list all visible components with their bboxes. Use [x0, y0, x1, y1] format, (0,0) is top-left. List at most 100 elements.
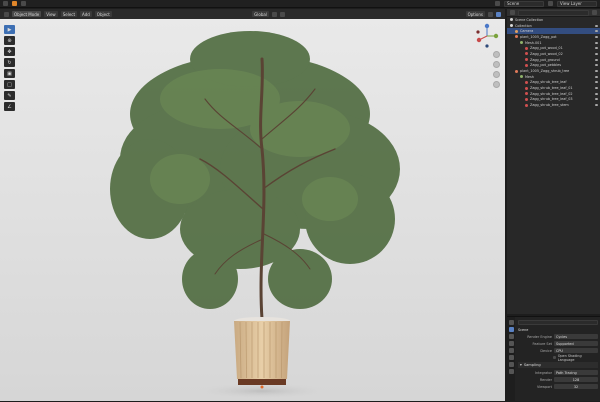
perspective-toggle-icon[interactable]: [493, 81, 500, 88]
feature-set-row: Feature Set Supported: [518, 340, 598, 347]
options-label: Options: [467, 11, 483, 17]
outliner-row-label: plant_1005_Zagg_pot: [520, 34, 557, 39]
3d-viewport[interactable]: ▶ ⊕ ✥ ↻ ▣ □ ✎ ∠: [0, 19, 505, 401]
shading-solid-icon[interactable]: [488, 11, 493, 17]
measure-tool[interactable]: ∠: [4, 102, 15, 111]
viewport-samples-field[interactable]: 32: [554, 384, 598, 389]
render-tab-icon[interactable]: [508, 327, 514, 332]
move-tool[interactable]: ✥: [4, 47, 15, 56]
render-engine-row: Render Engine Cycles: [518, 333, 598, 340]
device-dropdown[interactable]: CPU: [554, 348, 598, 353]
viewport-samples-row: Viewport 32: [518, 383, 598, 390]
menu-object[interactable]: Object: [94, 11, 112, 17]
visibility-eye-icon[interactable]: [595, 64, 598, 67]
transform-tool[interactable]: □: [4, 80, 15, 89]
zoom-icon[interactable]: [493, 51, 500, 58]
camera-view-icon[interactable]: [493, 71, 500, 78]
outliner-row-label: Zagg_pot_pebbles: [530, 63, 561, 68]
filter-icon[interactable]: [592, 10, 597, 15]
menu-object-label: Object: [96, 11, 110, 17]
view-layer-icon: [548, 1, 553, 6]
scale-tool[interactable]: ▣: [4, 69, 15, 78]
sampling-chevron-icon: ▾: [520, 363, 522, 367]
outliner-tree: Collection Camera plant_1005_Zagg_pot Mesh.…: [507, 23, 600, 108]
visibility-eye-icon[interactable]: [595, 35, 598, 38]
outliner-item-icon: [525, 103, 528, 107]
outliner-row-label: Zagg_shrub_tree_leaf_02: [530, 91, 573, 96]
outliner-item-icon: [515, 69, 518, 73]
menu-view[interactable]: View: [44, 11, 58, 17]
properties-tabs: [507, 317, 515, 402]
transform-orientation-label: Global: [254, 11, 267, 17]
integrator-row: Integrator Path Tracing: [518, 369, 598, 376]
workspace-icon[interactable]: [21, 1, 26, 6]
scene-selector[interactable]: Scene: [504, 0, 544, 7]
scene-icon: [495, 1, 500, 6]
scene-tab-icon[interactable]: [508, 348, 514, 353]
material-tab-icon[interactable]: [508, 369, 514, 374]
visibility-eye-icon[interactable]: [595, 24, 598, 27]
visibility-eye-icon[interactable]: [595, 98, 598, 101]
sampling-section-header[interactable]: ▾ Sampling: [518, 362, 598, 368]
visibility-eye-icon[interactable]: [595, 92, 598, 95]
options-button[interactable]: Options: [465, 11, 485, 17]
outliner-editor-icon[interactable]: [510, 10, 515, 15]
annotate-tool[interactable]: ✎: [4, 91, 15, 100]
shading-rendered-icon[interactable]: [496, 11, 501, 17]
osl-checkbox[interactable]: [552, 356, 556, 359]
render-samples-row: Render 128: [518, 376, 598, 383]
visibility-eye-icon[interactable]: [595, 52, 598, 55]
viewport-editor-icon[interactable]: [4, 11, 9, 17]
select-tool[interactable]: ▶: [4, 25, 15, 34]
outliner-item-icon: [525, 58, 528, 62]
outliner-item-icon: [525, 97, 528, 101]
visibility-eye-icon[interactable]: [595, 47, 598, 50]
visibility-eye-icon[interactable]: [595, 58, 598, 61]
menu-add[interactable]: Add: [80, 11, 92, 17]
cursor-tool[interactable]: ⊕: [4, 36, 15, 45]
visibility-eye-icon[interactable]: [595, 104, 598, 107]
menu-view-label: View: [46, 11, 56, 17]
navigation-gizmo[interactable]: [475, 22, 499, 50]
properties-body: Scene Render Engine Cycles Feature Set Sup…: [516, 317, 600, 401]
visibility-eye-icon[interactable]: [595, 87, 598, 90]
visibility-eye-icon[interactable]: [595, 70, 598, 73]
transform-orientation[interactable]: Global: [252, 11, 269, 17]
outliner-row-label: Camera: [520, 29, 534, 34]
tool-tab-icon[interactable]: [508, 320, 514, 325]
feature-set-label: Feature Set: [532, 341, 552, 346]
visibility-eye-icon[interactable]: [595, 81, 598, 84]
render-engine-label: Render Engine: [527, 334, 552, 339]
properties-header: Scene: [518, 327, 529, 332]
world-tab-icon[interactable]: [508, 355, 514, 360]
blender-menu-icon[interactable]: [12, 1, 17, 6]
scene-collection-icon: [510, 18, 513, 22]
outliner-row[interactable]: Zagg_shrub_tree_stem: [507, 102, 600, 108]
output-tab-icon[interactable]: [508, 334, 514, 339]
rotate-tool[interactable]: ↻: [4, 58, 15, 67]
viewport-nav-buttons: [493, 51, 500, 88]
outliner-row-label: Zagg_pot_ground: [530, 57, 560, 62]
integrator-dropdown[interactable]: Path Tracing: [554, 370, 598, 375]
menu-select[interactable]: Select: [60, 11, 78, 17]
snap-icon[interactable]: [271, 11, 277, 17]
outliner-item-icon: [520, 41, 523, 45]
view-layer-tab-icon[interactable]: [508, 341, 514, 346]
visibility-eye-icon[interactable]: [595, 30, 598, 33]
feature-set-dropdown[interactable]: Supported: [554, 341, 598, 346]
outliner-search-input[interactable]: [518, 9, 589, 16]
mode-label: Object Mode: [14, 11, 40, 17]
visibility-eye-icon[interactable]: [595, 41, 598, 44]
object-tab-icon[interactable]: [508, 362, 514, 367]
mode-selector[interactable]: Object Mode: [12, 11, 42, 17]
osl-label: Open Shading Language: [557, 353, 582, 362]
pan-icon[interactable]: [493, 61, 500, 68]
device-label: Device: [540, 348, 552, 353]
proportional-edit-icon[interactable]: [279, 11, 285, 17]
properties-search-input[interactable]: [518, 320, 598, 325]
visibility-eye-icon[interactable]: [595, 75, 598, 78]
render-engine-dropdown[interactable]: Cycles: [554, 334, 598, 339]
editor-type-icon[interactable]: [3, 1, 8, 6]
view-layer-selector[interactable]: View Layer: [557, 0, 597, 7]
render-samples-field[interactable]: 128: [554, 377, 598, 382]
